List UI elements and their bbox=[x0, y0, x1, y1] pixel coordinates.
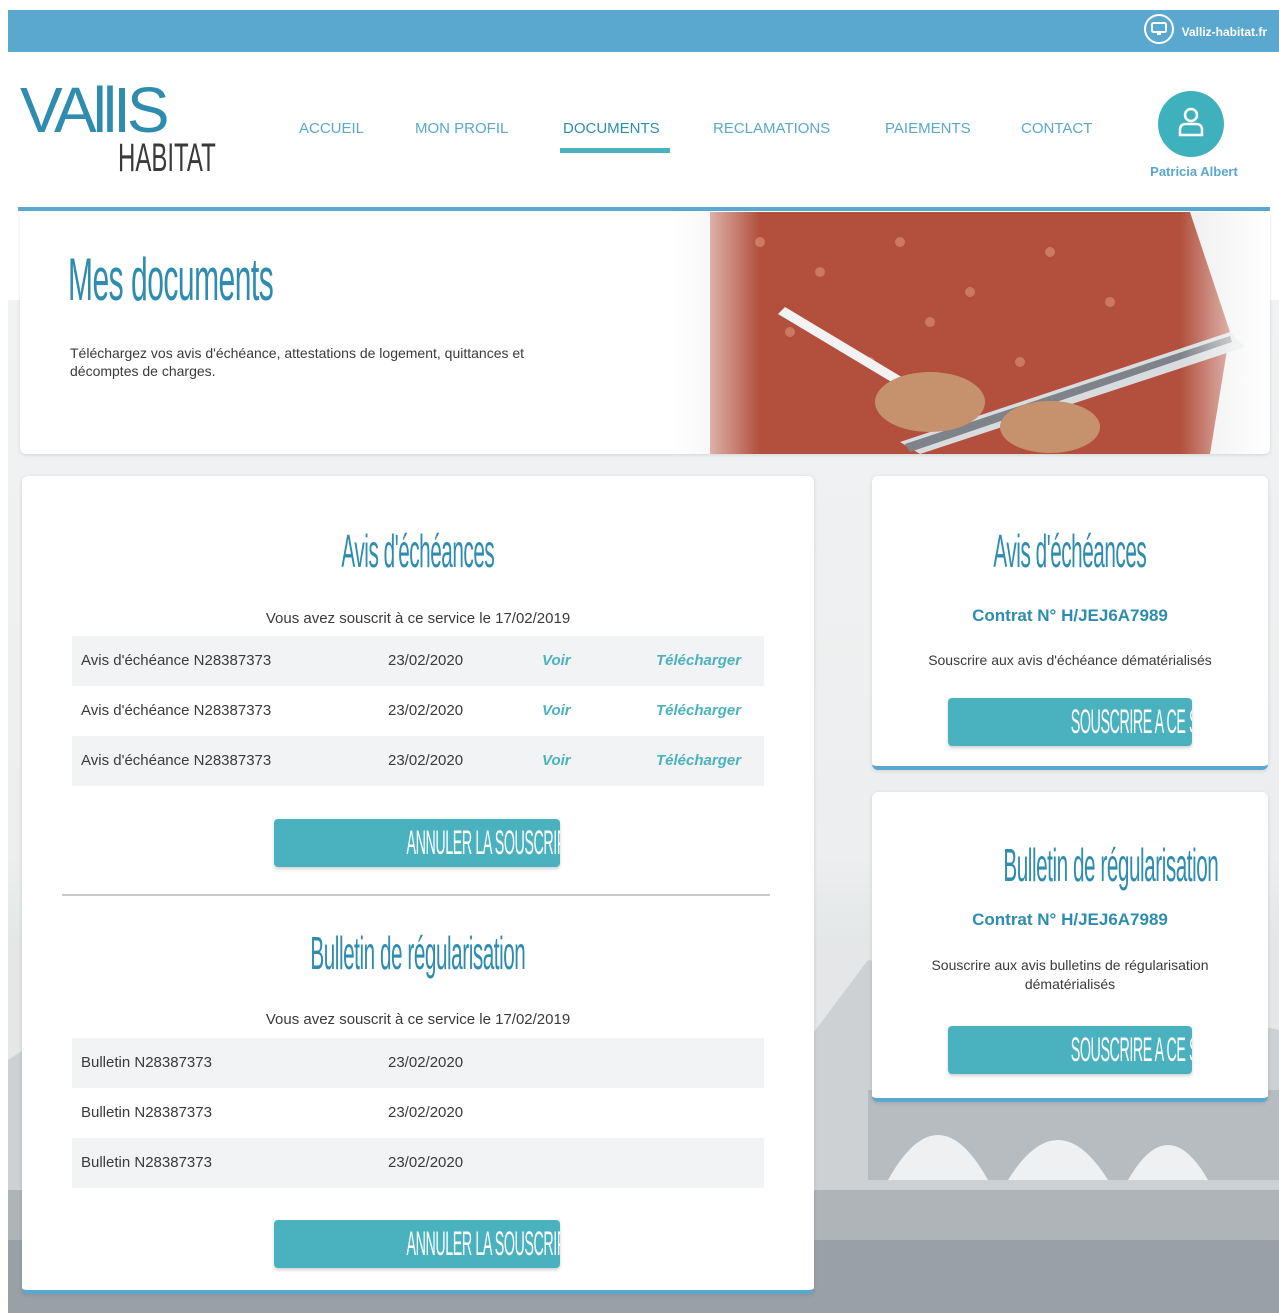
row-name: Avis d'échéance N28387373 bbox=[81, 702, 272, 719]
bulletin-section-title: Bulletin de régularisation bbox=[310, 927, 526, 979]
table-row: Bulletin N28387373 23/02/2020 bbox=[72, 1038, 764, 1088]
active-nav-underline bbox=[560, 148, 670, 153]
row-name: Avis d'échéance N28387373 bbox=[81, 652, 272, 669]
header-divider bbox=[18, 207, 1270, 211]
logo-sub: HABITAT bbox=[118, 136, 216, 180]
row-date: 23/02/2020 bbox=[388, 652, 464, 669]
header: VAllIS HABITAT ACCUEIL MON PROFIL DOCUME… bbox=[8, 52, 1279, 210]
table-row: Avis d'échéance N28387373 23/02/2020 Voi… bbox=[72, 736, 764, 786]
hero-description: Téléchargez vos avis d'échéance, attesta… bbox=[70, 345, 525, 379]
avis-section-title: Avis d'échéances bbox=[341, 525, 495, 577]
side-avis-card: Avis d'échéances Contrat N° H/JEJ6A7989 … bbox=[872, 476, 1268, 770]
monitor-icon bbox=[1143, 14, 1174, 44]
top-bar: Valliz-habitat.fr bbox=[8, 10, 1279, 52]
hero-photo-tablet bbox=[670, 212, 1270, 454]
nav-item-documents[interactable]: DOCUMENTS bbox=[563, 120, 660, 137]
side-bulletin-title: Bulletin de régularisation bbox=[1003, 839, 1219, 891]
side-avis-title: Avis d'échéances bbox=[993, 525, 1147, 577]
row-name: Bulletin N28387373 bbox=[81, 1104, 212, 1121]
view-link[interactable]: Voir bbox=[542, 652, 571, 669]
view-link[interactable]: Voir bbox=[542, 702, 571, 719]
row-name: Bulletin N28387373 bbox=[81, 1054, 212, 1071]
view-link[interactable]: Voir bbox=[542, 752, 571, 769]
row-date: 23/02/2020 bbox=[388, 1154, 464, 1171]
nav-item-reclamations[interactable]: RECLAMATIONS bbox=[713, 120, 830, 137]
side-avis-description: Souscrire aux avis d'échéance dématérial… bbox=[928, 652, 1212, 668]
nav-item-contact[interactable]: CONTACT bbox=[1021, 120, 1092, 137]
table-row: Bulletin N28387373 23/02/2020 bbox=[72, 1138, 764, 1188]
nav-item-mon-profil[interactable]: MON PROFIL bbox=[415, 120, 508, 137]
avis-cancel-subscription-button[interactable]: ANNULER LA SOUSCRIPTION bbox=[274, 819, 560, 867]
user-avatar[interactable] bbox=[1158, 91, 1224, 157]
side-bulletin-card: Bulletin de régularisation Contrat N° H/… bbox=[872, 792, 1268, 1102]
hero-banner: Mes documents Téléchargez vos avis d'éch… bbox=[20, 212, 1270, 454]
site-label: Valliz-habitat.fr bbox=[1181, 25, 1267, 39]
logo[interactable]: VAllIS HABITAT bbox=[20, 78, 220, 188]
side-bulletin-subscribe-button[interactable]: SOUSCRIRE A CE SERVICE bbox=[948, 1026, 1192, 1074]
side-bulletin-description: Souscrire aux avis bulletins de régulari… bbox=[931, 957, 1209, 992]
side-bulletin-contract: Contrat N° H/JEJ6A7989 bbox=[972, 910, 1168, 929]
row-date: 23/02/2020 bbox=[388, 1104, 464, 1121]
bulletin-subscribed-text: Vous avez souscrit à ce service le 17/02… bbox=[265, 1011, 571, 1028]
user-name[interactable]: Patricia Albert bbox=[1128, 164, 1260, 179]
documents-card: Avis d'échéances Vous avez souscrit à ce… bbox=[22, 476, 814, 1294]
row-name: Avis d'échéance N28387373 bbox=[81, 752, 272, 769]
row-date: 23/02/2020 bbox=[388, 752, 464, 769]
download-link[interactable]: Télécharger bbox=[656, 702, 741, 719]
row-date: 23/02/2020 bbox=[388, 1054, 464, 1071]
download-link[interactable]: Télécharger bbox=[656, 752, 741, 769]
page-title: Mes documents bbox=[68, 246, 274, 313]
avis-subscribed-text: Vous avez souscrit à ce service le 17/02… bbox=[265, 610, 571, 627]
nav-item-paiements[interactable]: PAIEMENTS bbox=[885, 120, 971, 137]
row-name: Bulletin N28387373 bbox=[81, 1154, 212, 1171]
download-link[interactable]: Télécharger bbox=[656, 652, 741, 669]
side-avis-contract: Contrat N° H/JEJ6A7989 bbox=[972, 606, 1168, 625]
table-row: Avis d'échéance N28387373 23/02/2020 Voi… bbox=[72, 636, 764, 686]
bulletin-list: Bulletin N28387373 23/02/2020 Bulletin N… bbox=[72, 1038, 764, 1188]
logo-main: VAllIS bbox=[20, 74, 170, 146]
section-divider bbox=[62, 894, 770, 896]
site-link[interactable]: Valliz-habitat.fr bbox=[1143, 14, 1267, 44]
side-avis-subscribe-button[interactable]: SOUSCRIRE A CE SERVICE bbox=[948, 698, 1192, 746]
nav-item-accueil[interactable]: ACCUEIL bbox=[299, 120, 364, 137]
row-date: 23/02/2020 bbox=[388, 702, 464, 719]
avis-list: Avis d'échéance N28387373 23/02/2020 Voi… bbox=[72, 636, 764, 786]
bulletin-cancel-subscription-button[interactable]: ANNULER LA SOUSCRIPTION bbox=[274, 1220, 560, 1268]
user-icon bbox=[1178, 107, 1204, 142]
table-row: Bulletin N28387373 23/02/2020 bbox=[72, 1088, 764, 1138]
table-row: Avis d'échéance N28387373 23/02/2020 Voi… bbox=[72, 686, 764, 736]
